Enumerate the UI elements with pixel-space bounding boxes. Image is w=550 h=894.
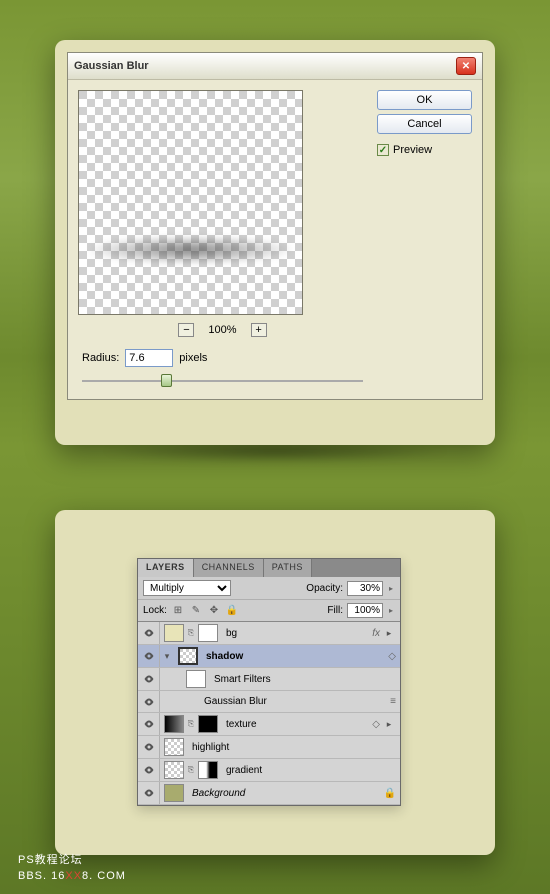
lock-all-icon[interactable]: 🔒 bbox=[225, 604, 239, 618]
tab-paths[interactable]: PATHS bbox=[264, 559, 312, 577]
radius-unit: pixels bbox=[179, 352, 207, 364]
lock-move-icon[interactable]: ✥ bbox=[207, 604, 221, 618]
layer-row-bg[interactable]: ⎘ bg fx▸ bbox=[138, 622, 400, 645]
mask-thumb[interactable] bbox=[198, 715, 218, 733]
layer-row-background[interactable]: Background 🔒 bbox=[138, 782, 400, 805]
radius-slider[interactable] bbox=[82, 373, 363, 389]
eye-icon bbox=[143, 650, 155, 662]
layer-row-gaussian[interactable]: Gaussian Blur ≡ bbox=[138, 691, 400, 713]
zoom-out-button[interactable]: − bbox=[178, 323, 194, 337]
expand-icon[interactable]: ▸ bbox=[382, 628, 396, 639]
layer-row-highlight[interactable]: highlight bbox=[138, 736, 400, 759]
mask-thumb[interactable] bbox=[198, 761, 218, 779]
layer-thumb[interactable] bbox=[164, 715, 184, 733]
lock-brush-icon[interactable]: ✎ bbox=[189, 604, 203, 618]
visibility-toggle[interactable] bbox=[138, 645, 160, 667]
watermark: PS教程论坛 BBS. 16XX8. COM bbox=[18, 853, 126, 884]
dialog-title: Gaussian Blur bbox=[74, 60, 149, 72]
watermark-line2: BBS. 16XX8. COM bbox=[18, 869, 126, 884]
layer-name[interactable]: texture bbox=[222, 719, 372, 730]
layer-thumb[interactable] bbox=[164, 738, 184, 756]
mask-thumb[interactable] bbox=[198, 624, 218, 642]
layer-thumb[interactable] bbox=[164, 624, 184, 642]
layer-row-shadow[interactable]: ▾ shadow ◇ bbox=[138, 645, 400, 668]
layer-row-smartfilters[interactable]: Smart Filters bbox=[138, 668, 400, 691]
ok-button[interactable]: OK bbox=[377, 90, 472, 110]
close-button[interactable]: ✕ bbox=[456, 57, 476, 75]
dialog-titlebar[interactable]: Gaussian Blur ✕ bbox=[68, 53, 482, 80]
layer-thumb[interactable] bbox=[164, 761, 184, 779]
opacity-input[interactable] bbox=[347, 581, 383, 596]
lock-icon: 🔒 bbox=[384, 788, 396, 799]
visibility-toggle[interactable] bbox=[138, 668, 160, 690]
eye-icon bbox=[143, 741, 155, 753]
slider-thumb[interactable] bbox=[161, 374, 172, 387]
layer-name[interactable]: shadow bbox=[202, 651, 388, 662]
visibility-toggle[interactable] bbox=[138, 759, 160, 781]
layer-name[interactable]: Background bbox=[188, 788, 384, 799]
filter-mask-thumb[interactable] bbox=[186, 670, 206, 688]
eye-icon bbox=[143, 787, 155, 799]
layer-name[interactable]: bg bbox=[222, 628, 372, 639]
fill-label: Fill: bbox=[327, 605, 343, 616]
eye-icon bbox=[143, 627, 155, 639]
eye-icon bbox=[143, 764, 155, 776]
link-icon[interactable]: ⎘ bbox=[186, 628, 196, 638]
blend-mode-select[interactable]: Multiply bbox=[143, 580, 231, 596]
eye-icon bbox=[143, 696, 155, 708]
gaussian-blur-dialog: Gaussian Blur ✕ − 100% + Radius: pixels bbox=[67, 52, 483, 400]
checkbox-icon: ✓ bbox=[377, 144, 389, 156]
watermark-line1: PS教程论坛 bbox=[18, 853, 126, 868]
zoom-level: 100% bbox=[208, 324, 236, 336]
fx-badge[interactable]: fx bbox=[372, 628, 380, 639]
eye-icon bbox=[143, 718, 155, 730]
fill-input[interactable] bbox=[347, 603, 383, 618]
preview-label: Preview bbox=[393, 144, 432, 156]
smart-obj-icon: ◇ bbox=[372, 719, 380, 730]
minus-icon: − bbox=[183, 325, 189, 336]
zoom-in-button[interactable]: + bbox=[251, 323, 267, 337]
cancel-button[interactable]: Cancel bbox=[377, 114, 472, 134]
opacity-arrow-icon[interactable]: ▸ bbox=[387, 584, 395, 593]
tab-layers[interactable]: LAYERS bbox=[138, 559, 194, 577]
link-icon[interactable]: ⎘ bbox=[186, 719, 196, 729]
layer-thumb[interactable] bbox=[178, 647, 198, 665]
tab-channels[interactable]: CHANNELS bbox=[194, 559, 264, 577]
filter-name[interactable]: Gaussian Blur bbox=[160, 696, 390, 707]
visibility-toggle[interactable] bbox=[138, 713, 160, 735]
eye-icon bbox=[143, 673, 155, 685]
opacity-label: Opacity: bbox=[306, 583, 343, 594]
layer-name[interactable]: highlight bbox=[188, 742, 400, 753]
link-icon[interactable]: ⎘ bbox=[186, 765, 196, 775]
visibility-toggle[interactable] bbox=[138, 691, 160, 712]
layer-row-gradient[interactable]: ⎘ gradient bbox=[138, 759, 400, 782]
close-icon: ✕ bbox=[462, 61, 470, 72]
smart-obj-icon: ◇ bbox=[388, 651, 396, 662]
lock-transparency-icon[interactable]: ⊞ bbox=[171, 604, 185, 618]
filter-preview[interactable] bbox=[78, 90, 303, 315]
lock-label: Lock: bbox=[143, 605, 167, 616]
layers-panel: LAYERS CHANNELS PATHS Multiply Opacity: … bbox=[137, 558, 401, 806]
preview-content bbox=[90, 236, 291, 264]
filter-options-icon[interactable]: ≡ bbox=[390, 696, 396, 707]
layer-name: Smart Filters bbox=[210, 674, 400, 685]
collapse-icon[interactable]: ▾ bbox=[160, 651, 174, 662]
preview-checkbox[interactable]: ✓ Preview bbox=[377, 144, 472, 156]
expand-icon[interactable]: ▸ bbox=[382, 719, 396, 730]
layer-name[interactable]: gradient bbox=[222, 765, 400, 776]
visibility-toggle[interactable] bbox=[138, 782, 160, 804]
layer-row-texture[interactable]: ⎘ texture ◇▸ bbox=[138, 713, 400, 736]
radius-input[interactable] bbox=[125, 349, 173, 367]
fill-arrow-icon[interactable]: ▸ bbox=[387, 606, 395, 615]
plus-icon: + bbox=[255, 325, 261, 336]
radius-label: Radius: bbox=[82, 352, 119, 364]
slider-track bbox=[82, 380, 363, 382]
visibility-toggle[interactable] bbox=[138, 736, 160, 758]
layer-thumb[interactable] bbox=[164, 784, 184, 802]
visibility-toggle[interactable] bbox=[138, 622, 160, 644]
